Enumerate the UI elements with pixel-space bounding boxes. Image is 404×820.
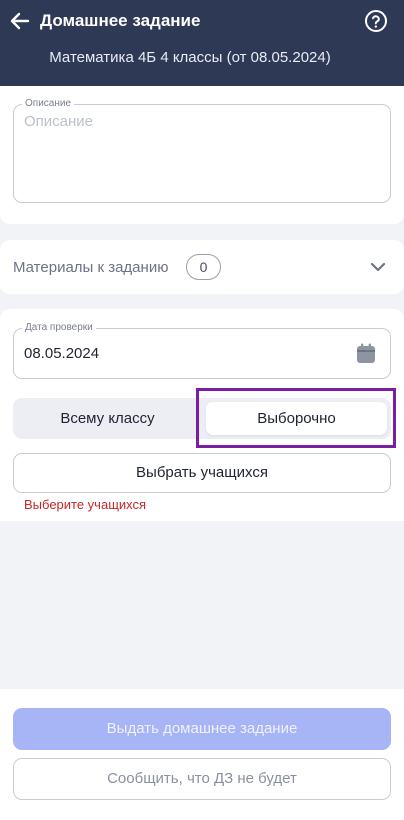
help-button[interactable]	[364, 9, 388, 33]
arrow-left-icon	[10, 12, 30, 30]
materials-count-badge: 0	[186, 254, 221, 280]
chevron-down-icon[interactable]	[367, 256, 389, 278]
class-subtitle: Математика 4Б 4 классы (от 08.05.2024)	[49, 49, 331, 66]
check-date-label: Дата проверки	[22, 322, 96, 334]
calendar-icon[interactable]	[355, 342, 377, 366]
app-header: Домашнее задание Математика 4Б 4 классы …	[0, 0, 404, 86]
question-circle-icon	[365, 10, 387, 32]
description-field[interactable]: Описание	[13, 98, 391, 203]
check-date-value: 08.05.2024	[24, 345, 100, 362]
description-card: Описание	[0, 86, 404, 224]
no-homework-button[interactable]: Сообщить, что ДЗ не будет	[13, 758, 391, 800]
check-date-field[interactable]: Дата проверки 08.05.2024	[13, 322, 391, 379]
students-error-message: Выберите учащихся	[24, 497, 147, 512]
select-students-button[interactable]: Выбрать учащихся	[13, 453, 391, 493]
assign-to-segmented-control: Всему классу Выборочно	[13, 398, 391, 439]
back-button[interactable]	[6, 8, 34, 34]
assignment-settings: Дата проверки 08.05.2024 Всему классу Вы…	[0, 309, 404, 689]
issue-homework-button[interactable]: Выдать домашнее задание	[13, 708, 391, 750]
footer-actions: Выдать домашнее задание Сообщить, что ДЗ…	[0, 689, 404, 820]
description-input[interactable]	[24, 113, 380, 193]
page-title: Домашнее задание	[40, 11, 201, 30]
description-label: Описание	[22, 98, 75, 110]
assign-whole-class-option[interactable]: Всему классу	[13, 398, 202, 439]
assignment-settings-panel: Дата проверки 08.05.2024 Всему классу Вы…	[0, 309, 404, 521]
assign-selected-option[interactable]: Выборочно	[206, 402, 387, 435]
materials-row[interactable]: Материалы к заданию 0	[0, 240, 404, 294]
materials-label: Материалы к заданию	[13, 259, 169, 276]
